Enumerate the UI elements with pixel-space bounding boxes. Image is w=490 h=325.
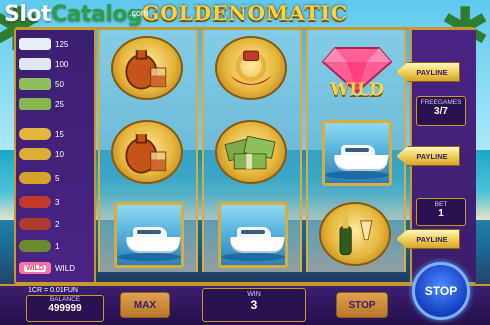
paytable-row-wild: WILD WILD [19,260,93,276]
payline-indicator-2: PAYLINE [396,146,460,166]
champagne-icon [19,240,51,252]
paytable-row: 3 [19,194,93,210]
freegames-box: FREEGAMES 3/7 [416,96,466,126]
cognac-graphic [125,129,167,174]
max-button[interactable]: MAX [120,292,170,318]
paytable-row: 125 [19,36,93,52]
win-box: WIN 3 [202,288,306,322]
paytable-row: 2 [19,216,93,232]
reel-symbol [111,120,187,186]
cash-graphic [224,135,276,170]
balance-box: BALANCE 499999 [26,295,104,322]
cash-icon [19,78,51,90]
yacht-icon [322,120,392,186]
reel-symbol [319,120,395,186]
paytable-row: 100 [19,56,93,72]
cognac-icon [111,120,183,184]
ring-icon [19,218,51,230]
reel-2 [202,30,302,272]
cognac-icon [111,36,183,100]
paytable-row: 10 [19,146,93,162]
cash-icon [215,120,287,184]
wild-label: WILD [330,80,384,100]
paytable-row: 1 [19,238,93,254]
bet-box: BET 1 [416,198,466,226]
yacht-icon [19,58,51,70]
reel-symbol-wild: WILD [319,36,395,102]
gold-coin-icon [19,148,51,160]
champagne-icon [319,202,391,266]
reel-symbol [215,36,291,102]
spin-stop-button[interactable]: STOP [412,262,470,320]
payline-indicator-3: PAYLINE [396,229,460,249]
cash-icon [19,98,51,110]
paytable-row: 5 [19,170,93,186]
reel-3: WILD [306,30,406,272]
gold-coin-icon [19,172,51,184]
cognac-graphic [125,45,167,90]
diamond-wild-icon: WILD [19,262,51,274]
payline-indicator-1: PAYLINE [396,62,460,82]
yacht-icon [19,38,51,50]
stop-button[interactable]: STOP [336,292,388,318]
reel-1 [98,30,198,272]
reels: WILD [98,30,410,272]
paytable-row: 50 [19,76,93,92]
champagne-graphic [339,213,373,256]
ring-icon [215,36,287,100]
paytable: 125 100 50 25 15 10 5 3 2 1 WILD WILD [16,30,96,282]
reel-symbol [111,202,187,268]
reel-symbol [215,202,291,268]
paytable-row: 15 [19,126,93,142]
cognac-icon [19,196,51,208]
yacht-icon [114,202,184,268]
reel-symbol [215,120,291,186]
credit-rate: 1CR = 0.01FUN [28,287,78,294]
reel-symbol [319,202,395,268]
slotcatalog-watermark: SlotCatalog .com [4,2,149,27]
paytable-row: 25 [19,96,93,112]
yacht-icon [218,202,288,268]
gold-coin-icon [19,128,51,140]
reel-symbol [111,36,187,102]
ring-graphic [230,50,272,85]
